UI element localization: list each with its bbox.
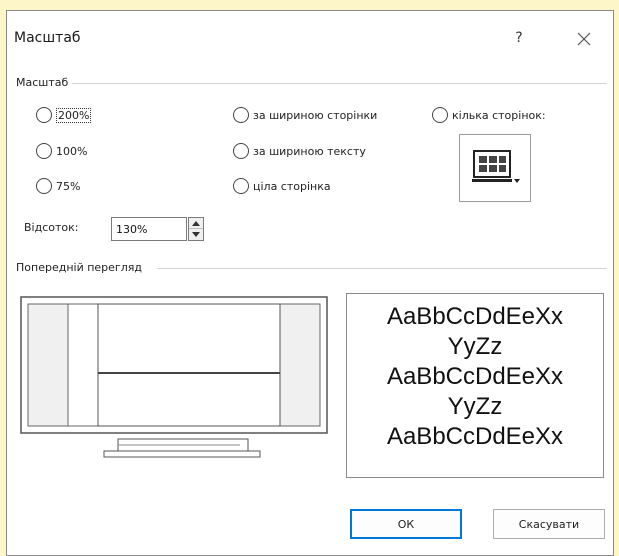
close-button[interactable] <box>571 26 597 52</box>
radio-many-pages-label: кілька сторінок: <box>452 108 546 122</box>
close-icon <box>577 32 591 46</box>
monitor-pages-icon <box>472 150 520 183</box>
zoom-group-label: Масштаб <box>16 76 73 89</box>
sample-line: AaBbCcDdEeXx <box>386 423 564 450</box>
radio-circle[interactable] <box>233 107 249 123</box>
radio-circle[interactable] <box>233 143 249 159</box>
spin-up-button[interactable] <box>189 218 203 229</box>
many-pages-button[interactable] <box>459 134 531 202</box>
title-bar: Масштаб ? <box>7 11 613 59</box>
percent-label: Відсоток: <box>24 221 79 234</box>
sample-line: AaBbCcDdEeXx <box>386 303 564 330</box>
preview-group-divider <box>157 268 607 269</box>
radio-75[interactable]: 75% <box>36 178 80 194</box>
radio-circle[interactable] <box>36 107 52 123</box>
radio-100-label: 100% <box>56 144 88 158</box>
preview-monitor <box>20 296 330 461</box>
radio-circle[interactable] <box>36 143 52 159</box>
preview-group-label: Попередній перегляд <box>16 261 146 274</box>
radio-text-width-label: за шириною тексту <box>253 144 366 158</box>
radio-page-width-label: за шириною сторінки <box>253 108 378 122</box>
sample-line: YyZz <box>447 333 503 360</box>
triangle-up-icon <box>192 220 200 226</box>
dialog-title: Масштаб <box>14 30 81 46</box>
ok-button[interactable]: ОК <box>350 509 462 539</box>
radio-100[interactable]: 100% <box>36 143 87 159</box>
cancel-button[interactable]: Скасувати <box>493 509 605 539</box>
radio-200-label: 200% <box>56 107 92 123</box>
sample-line: AaBbCcDdEeXx <box>386 363 564 390</box>
radio-whole-page-label: ціла сторінка <box>253 179 331 193</box>
zoom-dialog: Масштаб ? Масштаб 200% 100% 75% за ширин… <box>6 10 614 556</box>
zoom-group-divider <box>67 83 607 84</box>
sample-line: YyZz <box>447 393 503 420</box>
radio-circle[interactable] <box>432 107 448 123</box>
radio-whole-page[interactable]: ціла сторінка <box>233 178 331 194</box>
sample-text-preview: AaBbCcDdEeXx YyZz AaBbCcDdEeXx YyZz AaBb… <box>346 293 604 478</box>
monitor-preview-icon <box>20 296 328 458</box>
radio-75-label: 75% <box>56 179 81 193</box>
radio-many-pages[interactable]: кілька сторінок: <box>432 107 546 123</box>
percent-spinner[interactable] <box>188 217 204 241</box>
radio-circle[interactable] <box>233 178 249 194</box>
radio-text-width[interactable]: за шириною тексту <box>233 143 366 159</box>
spin-down-button[interactable] <box>189 229 203 240</box>
radio-page-width[interactable]: за шириною сторінки <box>233 107 377 123</box>
triangle-down-icon <box>192 232 200 237</box>
radio-circle[interactable] <box>36 178 52 194</box>
help-button[interactable]: ? <box>507 26 531 50</box>
percent-input[interactable] <box>111 217 187 241</box>
radio-200[interactable]: 200% <box>36 107 92 123</box>
